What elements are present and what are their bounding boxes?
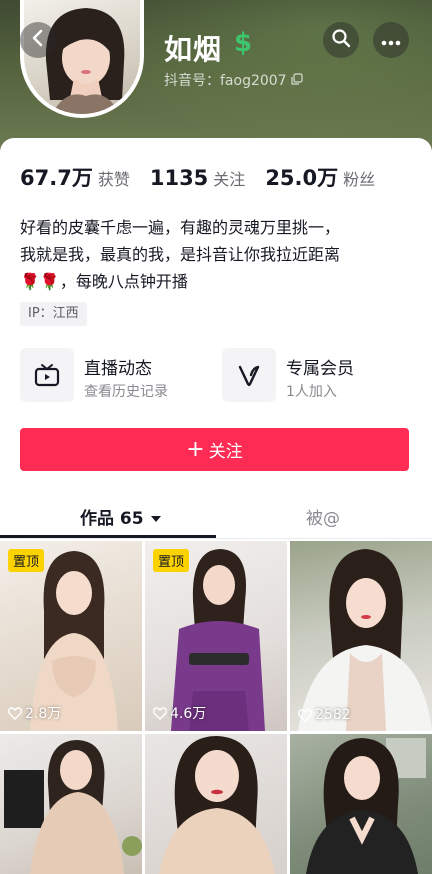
following-count[interactable]: 1135 [150, 166, 208, 190]
ip-location-tag: IP：江西 [20, 302, 87, 326]
vip-v-icon [222, 348, 276, 402]
membership-subtitle: 1人加入 [286, 384, 337, 400]
more-dots-icon [381, 31, 401, 50]
likes-count-text: 2582 [315, 707, 351, 723]
video-thumbnail[interactable] [145, 734, 287, 874]
tab-mentioned[interactable]: 被@ [306, 504, 340, 529]
heart-icon [8, 706, 22, 720]
tab-works[interactable]: 作品 65 [80, 504, 162, 529]
membership-title: 专属会员 [286, 359, 354, 379]
chevron-left-icon [29, 29, 47, 51]
plus-icon: + [186, 436, 205, 462]
pinned-badge: 置顶 [8, 549, 45, 572]
followers-count[interactable]: 25.0万 [265, 162, 338, 192]
likes-count-text: 4.6万 [170, 706, 207, 722]
following-label[interactable]: 关注 [213, 166, 245, 190]
live-updates-title: 直播动态 [84, 359, 152, 379]
video-thumbnail[interactable] [290, 734, 432, 874]
pinned-badge: 置顶 [153, 549, 190, 572]
caret-down-icon [150, 509, 162, 529]
video-likes: 2582 [298, 707, 351, 723]
likes-label: 获赞 [97, 170, 130, 189]
video-likes: 2.8万 [8, 703, 61, 723]
back-button[interactable] [20, 22, 56, 58]
heart-icon [153, 706, 167, 720]
video-thumbnail[interactable]: 置顶 2.8万 [0, 541, 142, 731]
douyin-id-text: 抖音号：faog2007 [164, 73, 287, 89]
bio-text: 好看的皮囊千虑一遍，有趣的灵魂万里挑一， 我就是我，最真的我，是抖音让你我拉近距… [20, 214, 416, 295]
live-tv-icon [20, 348, 74, 402]
video-thumbnail[interactable] [0, 734, 142, 874]
video-thumbnail[interactable]: 2582 [290, 541, 432, 731]
copy-icon[interactable] [291, 73, 303, 89]
more-button[interactable] [373, 22, 409, 58]
search-icon [331, 28, 351, 52]
rose-emoji: 🌹🌹 [20, 272, 60, 291]
profile-card: 67.7万 获赞 1135 关注 25.0万 粉丝 好看的皮囊千虑一遍，有趣的灵… [0, 138, 432, 874]
profile-name: 如烟 [164, 33, 223, 66]
followers-label[interactable]: 粉丝 [343, 166, 375, 190]
bio-line-1: 好看的皮囊千虑一遍，有趣的灵魂万里挑一， [20, 218, 341, 237]
video-likes: 4.6万 [153, 703, 206, 723]
tab-works-label: 作品 65 [80, 509, 144, 529]
live-updates-subtitle: 查看历史记录 [84, 384, 168, 400]
video-thumbnail[interactable]: 置顶 4.6万 [145, 541, 287, 731]
likes-count: 67.7万 [20, 166, 93, 190]
heart-icon [298, 708, 312, 722]
douyin-id[interactable]: 抖音号：faog2007 [164, 70, 303, 90]
bio-line-2: 我就是我，最真的我，是抖音让你我拉近距离 [20, 245, 341, 264]
follow-button-label: 关注 [208, 442, 243, 462]
active-tab-indicator [0, 535, 216, 538]
dollar-badge-icon: $ [234, 28, 253, 58]
bio-line-3: 🌹🌹，每晚八点钟开播 [20, 268, 416, 295]
stats-row: 67.7万 获赞 1135 关注 25.0万 粉丝 [20, 162, 395, 192]
content-tabs: 作品 65 被@ [0, 498, 432, 539]
follow-button[interactable]: + 关注 [20, 428, 409, 471]
likes-count-text: 2.8万 [25, 706, 62, 722]
bio-line-3-text: ，每晚八点钟开播 [59, 272, 188, 291]
search-button[interactable] [323, 22, 359, 58]
